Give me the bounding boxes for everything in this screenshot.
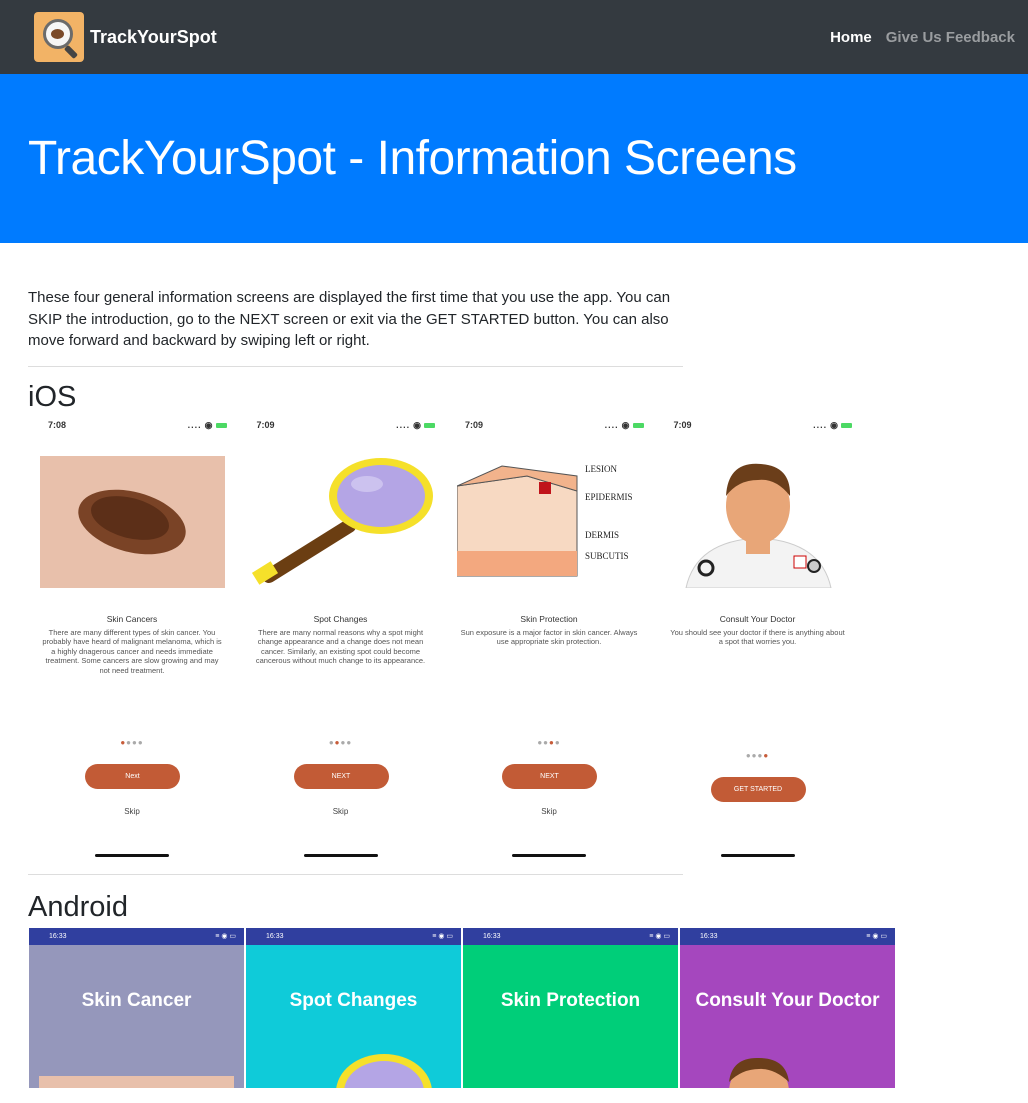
navbar: TrackYourSpot Home Give Us Feedback [0, 0, 1028, 74]
doctor-icon [729, 1057, 789, 1088]
battery-icon [632, 422, 644, 428]
status-time: 7:09 [256, 419, 275, 430]
divider [28, 365, 683, 367]
home-indicator [512, 853, 586, 857]
get-started-button[interactable]: GET STARTED [710, 776, 806, 802]
wifi-icon: ◉ [413, 419, 421, 430]
page-indicator: ●●●● [120, 737, 144, 747]
status-icons: ≡ ◉ ▭ [649, 933, 670, 940]
divider [28, 873, 683, 875]
label-epidermis: EPIDERMIS [585, 492, 633, 502]
screen-title: Spot Changes [289, 989, 418, 1011]
mole-image [39, 1075, 234, 1088]
status-icons: .... ◉ [813, 420, 852, 431]
page-indicator: ●●●● [328, 737, 353, 747]
page-title: TrackYourSpot - Information Screens [28, 132, 797, 185]
screen-body: There are many different types of skin c… [42, 627, 222, 675]
status-bar: 16:33 ≡ ◉ ▭ [680, 927, 895, 945]
main-content: These four general information screens a… [0, 243, 1028, 1088]
status-bar: 16:33 ≡ ◉ ▭ [463, 927, 678, 945]
status-time: 16:33 [49, 932, 67, 940]
status-time: 7:09 [465, 419, 484, 430]
wifi-icon: ◉ [830, 419, 838, 430]
screen-title: Consult Your Doctor [719, 613, 796, 624]
android-screen-spot-changes: 16:33 ≡ ◉ ▭ Spot Changes [246, 927, 461, 1088]
magnifier-logo-icon [34, 12, 84, 62]
nav-feedback-link[interactable]: Give Us Feedback [886, 29, 1015, 46]
android-heading: Android [28, 890, 128, 923]
screen-title: Spot Changes [313, 613, 368, 624]
screen-body: There are many normal reasons why a spot… [255, 627, 426, 666]
next-button[interactable]: NEXT [293, 763, 389, 789]
skip-button[interactable]: Skip [237, 807, 445, 816]
screen-title: Skin Cancers [106, 613, 158, 624]
nav-links: Home Give Us Feedback [830, 29, 1015, 46]
screen-title: Skin Protection [500, 989, 641, 1011]
android-screen-consult-doctor: 16:33 ≡ ◉ ▭ Consult Your Doctor [680, 927, 895, 1088]
ios-screens: 7:08 .... ◉ Skin Cancers There are many di… [28, 420, 1000, 862]
brand-link[interactable]: TrackYourSpot [34, 12, 217, 62]
label-subcutis: SUBCUTIS [585, 551, 629, 561]
status-icons: .... ◉ [396, 420, 435, 431]
status-bar: 7:09 .... ◉ [237, 420, 446, 431]
screen-title: Skin Cancer [81, 989, 192, 1011]
status-icons: .... ◉ [188, 420, 227, 431]
status-time: 7:08 [48, 419, 67, 430]
status-bar: 16:33 ≡ ◉ ▭ [29, 927, 244, 945]
ios-heading: iOS [28, 380, 77, 413]
hero-banner: TrackYourSpot - Information Screens [0, 74, 1028, 243]
ios-screen-skin-cancers: 7:08 .... ◉ Skin Cancers There are many di… [28, 420, 237, 862]
status-bar: 7:09 .... ◉ [445, 420, 654, 431]
status-bar: 7:09 .... ◉ [654, 420, 863, 431]
mole-image [40, 455, 225, 588]
screen-body: You should see your doctor if there is a… [670, 627, 845, 647]
battery-icon [215, 422, 227, 428]
skin-layers-diagram: LESION EPIDERMIS DERMIS SUBCUTIS [457, 464, 633, 576]
page-indicator: ●●●● [537, 737, 561, 747]
ios-screen-consult-doctor: 7:09 .... ◉ Consult Your Doctor You should… [654, 420, 863, 862]
android-screens: 16:33 ≡ ◉ ▭ Skin Cancer 16:33 ≡ ◉ ▭ Spot C… [29, 927, 1000, 1088]
status-icons: ≡ ◉ ▭ [215, 933, 236, 940]
screen-title: Skin Protection [520, 613, 578, 624]
home-indicator [720, 853, 795, 857]
next-button[interactable]: Next [85, 763, 180, 789]
status-bar: 7:08 .... ◉ [28, 420, 237, 431]
wifi-icon: ◉ [204, 419, 213, 430]
android-screen-skin-cancer: 16:33 ≡ ◉ ▭ Skin Cancer [29, 927, 244, 1088]
status-time: 16:33 [483, 932, 501, 940]
ios-screen-spot-changes: 7:09 .... ◉ Spot Changes There are many no… [237, 420, 446, 862]
screen-body: Sun exposure is a major factor in skin c… [460, 627, 638, 647]
android-screen-skin-protection: 16:33 ≡ ◉ ▭ Skin Protection [463, 927, 678, 1088]
battery-icon [841, 422, 852, 428]
label-lesion: LESION [585, 464, 617, 474]
doctor-icon [684, 463, 832, 588]
status-icons: .... ◉ [605, 420, 644, 431]
status-icons: ≡ ◉ ▭ [866, 933, 887, 940]
label-dermis: DERMIS [585, 530, 619, 540]
ios-screen-skin-protection: 7:09 .... ◉ LESION EPIDERMIS DERMIS SUBCUT… [445, 420, 654, 862]
battery-icon [424, 422, 435, 428]
status-time: 7:09 [673, 419, 692, 430]
intro-paragraph: These four general information screens a… [28, 289, 671, 349]
home-indicator [303, 853, 378, 857]
magnifying-glass-icon [251, 457, 433, 585]
skip-button[interactable]: Skip [28, 807, 236, 816]
status-time: 16:33 [266, 932, 284, 940]
status-icons: ≡ ◉ ▭ [432, 933, 453, 940]
screen-title: Consult Your Doctor [695, 989, 880, 1011]
nav-home-link[interactable]: Home [830, 29, 872, 46]
brand-name: TrackYourSpot [90, 26, 217, 47]
status-time: 16:33 [700, 932, 718, 940]
next-button[interactable]: NEXT [502, 763, 597, 789]
skip-button[interactable]: Skip [445, 807, 653, 816]
page-indicator: ●●●● [745, 750, 770, 760]
status-bar: 16:33 ≡ ◉ ▭ [246, 927, 461, 945]
magnifying-glass-icon [336, 1053, 432, 1088]
home-indicator [95, 853, 169, 857]
wifi-icon: ◉ [621, 419, 630, 430]
